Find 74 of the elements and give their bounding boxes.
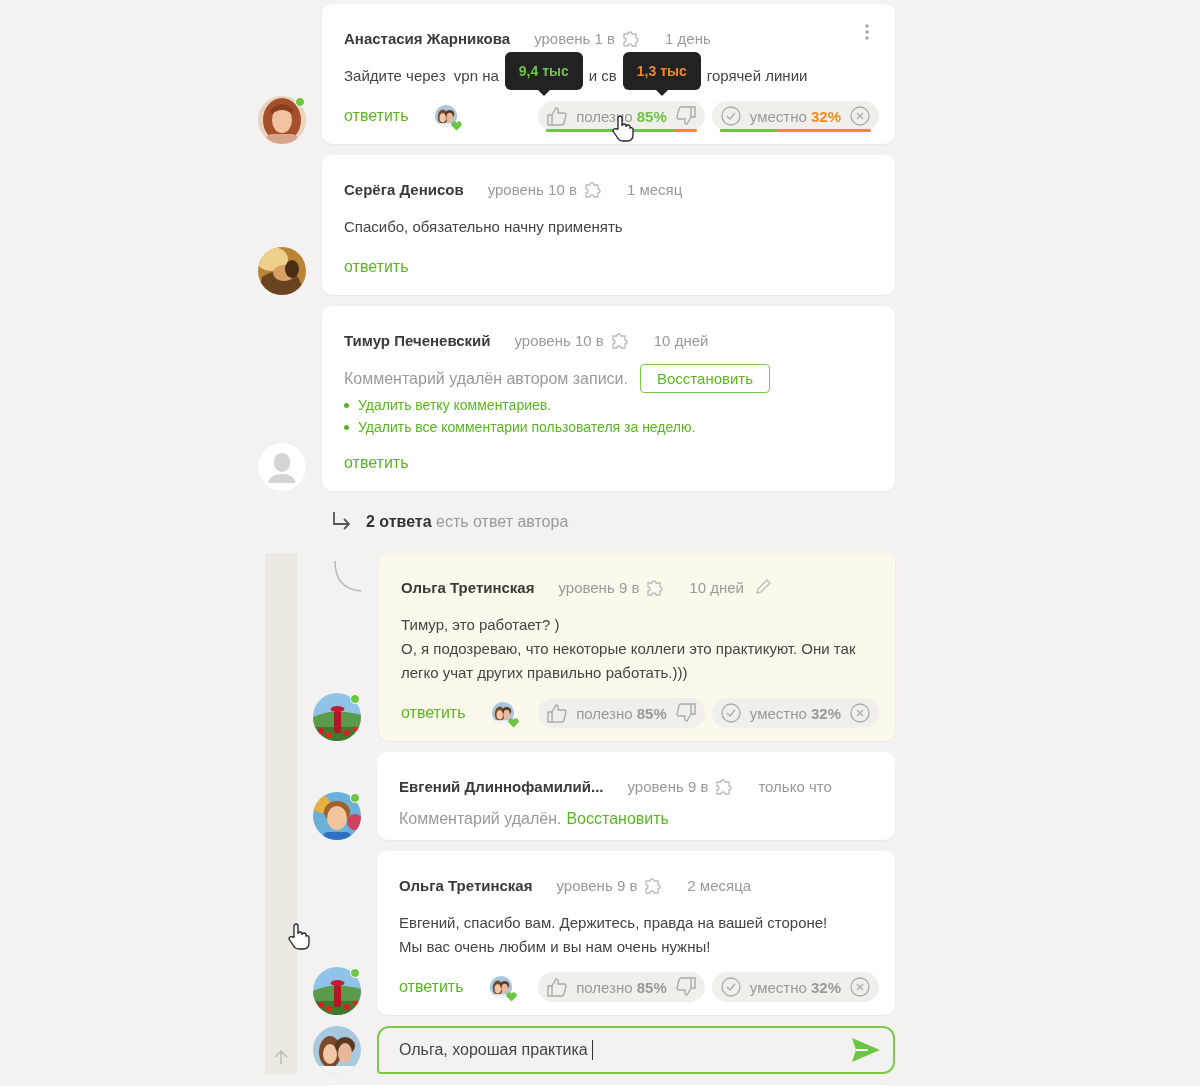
user-level: уровень 9 в bbox=[627, 777, 709, 795]
puzzle-icon bbox=[714, 776, 735, 796]
dislike-button[interactable] bbox=[674, 702, 697, 724]
user-level: уровень 10 в bbox=[487, 180, 577, 198]
comment-text: Тимур, это работает? ) О, я подозреваю, что некоторые коллеги это практикуют. Они так легко учат других правильно работать.))) bbox=[401, 615, 857, 683]
author-name[interactable]: Анастасия Жарникова bbox=[344, 29, 511, 47]
reply-link[interactable]: ответить bbox=[401, 704, 466, 722]
appropriate-vote: уместно 32% bbox=[711, 972, 879, 1002]
tooltip: 1,3 тыс bbox=[622, 52, 701, 96]
appropriate-vote: уместно 32% bbox=[711, 101, 879, 131]
user-level: уровень 9 в bbox=[558, 578, 640, 596]
like-button[interactable] bbox=[546, 702, 569, 724]
author-name[interactable]: Евгений Длиннофамилий... bbox=[399, 777, 604, 795]
appropriate-vote: уместно 32% bbox=[711, 698, 879, 728]
comment-text: Евгений, спасибо вам. Держитесь, правда на вашей стороне! Мы вас очень любим и вы нам очень нужны! bbox=[399, 913, 829, 957]
reply-link[interactable]: ответить bbox=[399, 978, 464, 996]
cross-button[interactable] bbox=[849, 976, 871, 998]
comment-time: 2 месяца bbox=[687, 876, 752, 894]
user-level: уровень 9 в bbox=[556, 876, 638, 894]
deleted-notice: Комментарий удалён автором записи. bbox=[344, 369, 628, 388]
useful-vote: полезно 85% bbox=[538, 972, 705, 1002]
thread-rail[interactable] bbox=[265, 553, 297, 1074]
reply-link[interactable]: ответить bbox=[344, 258, 409, 276]
bullet-icon bbox=[344, 402, 349, 408]
author-name[interactable]: Ольга Третинская bbox=[401, 578, 535, 596]
puzzle-icon bbox=[621, 28, 642, 48]
dislike-button[interactable] bbox=[674, 976, 697, 998]
restore-button[interactable]: Восстановить bbox=[640, 364, 771, 393]
comment-time: 10 дней bbox=[689, 578, 744, 596]
comment-text: горячей линии bbox=[706, 66, 808, 86]
heart-icon bbox=[450, 121, 462, 131]
bullet-icon bbox=[344, 424, 349, 430]
more-icon[interactable] bbox=[865, 24, 869, 40]
reply-link[interactable]: ответить bbox=[344, 107, 409, 125]
useful-vote: полезно 85% bbox=[538, 698, 705, 728]
deleted-notice: Комментарий удалён. bbox=[399, 810, 562, 828]
replies-link[interactable]: 2 ответа есть ответ автора bbox=[366, 513, 569, 531]
comment-time: 1 день bbox=[665, 29, 711, 47]
action-link[interactable]: Удалить ветку комментариев. bbox=[358, 397, 552, 413]
user-level: уровень 1 в bbox=[534, 29, 616, 47]
tooltip: 9,4 тыс bbox=[504, 52, 583, 96]
connector-line bbox=[333, 559, 363, 593]
action-link[interactable]: Удалить все комментарии пользователя за неделю. bbox=[358, 419, 696, 435]
reply-link[interactable]: ответить bbox=[344, 454, 409, 472]
check-button[interactable] bbox=[719, 976, 742, 998]
author-name[interactable]: Тимур Печеневский bbox=[344, 331, 491, 349]
comment-text: Зайдите через vpn на bbox=[344, 66, 499, 86]
comment-text: Спасибо, обязательно начну применять bbox=[344, 217, 624, 237]
puzzle-icon bbox=[582, 179, 603, 199]
hand-cursor-icon bbox=[288, 923, 310, 951]
like-button[interactable] bbox=[546, 105, 569, 127]
scroll-up-button[interactable] bbox=[272, 1048, 290, 1066]
heart-icon bbox=[507, 718, 519, 728]
comment-time: 1 месяц bbox=[626, 180, 683, 198]
restore-link[interactable]: Восстановить bbox=[566, 810, 669, 828]
user-level: уровень 10 в bbox=[514, 331, 604, 349]
heart-icon bbox=[505, 992, 517, 1002]
author-name[interactable]: Серёга Денисов bbox=[344, 180, 464, 198]
like-button[interactable] bbox=[546, 976, 569, 998]
reply-input-field[interactable]: Ольга, хорошая практика bbox=[399, 1041, 588, 1059]
text-cursor bbox=[591, 1040, 594, 1060]
puzzle-icon bbox=[645, 577, 666, 597]
comment-time: только что bbox=[758, 777, 832, 795]
send-button[interactable] bbox=[851, 1037, 881, 1063]
puzzle-icon bbox=[609, 330, 630, 350]
cross-button[interactable] bbox=[849, 702, 871, 724]
author-name[interactable]: Ольга Третинская bbox=[399, 876, 533, 894]
comment-text: и св bbox=[588, 66, 617, 86]
dislike-button[interactable] bbox=[674, 105, 697, 127]
cross-button[interactable] bbox=[849, 105, 871, 127]
check-button[interactable] bbox=[719, 702, 742, 724]
comment-time: 10 дней bbox=[653, 331, 709, 349]
puzzle-icon bbox=[643, 875, 664, 895]
check-button[interactable] bbox=[719, 105, 742, 127]
